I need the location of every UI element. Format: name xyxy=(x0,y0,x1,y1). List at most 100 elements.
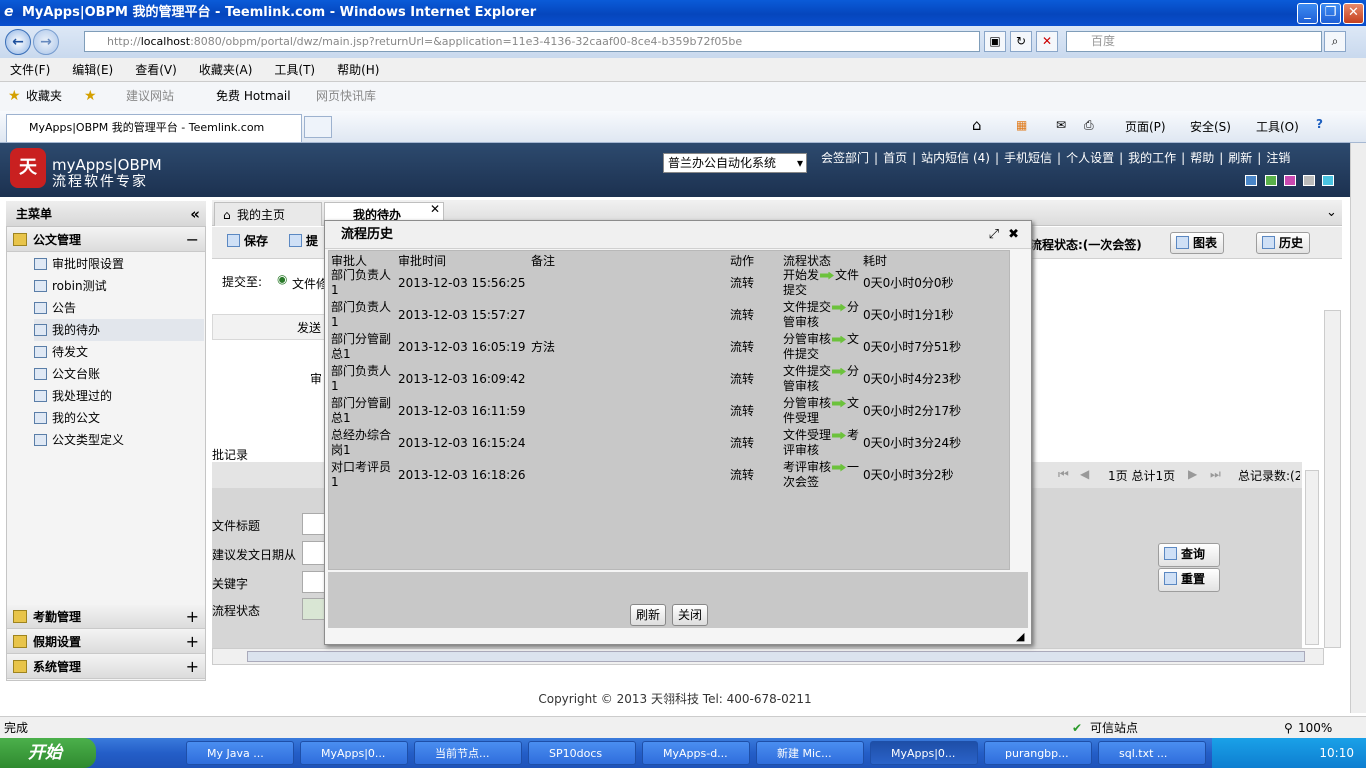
reset-button[interactable]: 重置 xyxy=(1158,568,1220,592)
chart-button[interactable]: 图表 xyxy=(1170,232,1224,254)
link-my-work[interactable]: 我的工作 xyxy=(1128,151,1176,165)
refresh-icon[interactable]: ↻ xyxy=(1010,31,1032,52)
menu-tools[interactable]: 工具(T) xyxy=(274,63,315,77)
zoom-level[interactable]: 100% xyxy=(1298,717,1332,739)
plus-icon[interactable]: + xyxy=(186,605,199,629)
link-messages[interactable]: 站内短信 (4) xyxy=(921,151,990,165)
home-icon[interactable]: ⌂ xyxy=(972,116,982,134)
search-icon[interactable]: ⌕ xyxy=(1324,31,1346,52)
chevron-down-icon[interactable]: ⌄ xyxy=(1326,205,1337,220)
first-page-icon[interactable]: ⏮ xyxy=(1058,467,1069,482)
sidebar-item-robin[interactable]: robin测试 xyxy=(34,275,107,297)
maximize-button[interactable]: ❐ xyxy=(1320,3,1341,24)
menu-edit[interactable]: 编辑(E) xyxy=(72,63,113,77)
minimize-button[interactable]: _ xyxy=(1297,3,1318,24)
add-favorite-icon[interactable]: ★ xyxy=(84,82,97,111)
sidebar-item-todo[interactable]: 我的待办 xyxy=(34,319,204,341)
keyword-input[interactable] xyxy=(302,571,326,593)
mail-icon[interactable]: ✉ xyxy=(1056,118,1066,132)
help-icon[interactable]: ? xyxy=(1316,117,1323,131)
submit-button[interactable]: 提交 xyxy=(284,231,326,253)
minus-icon[interactable]: − xyxy=(186,228,199,252)
sidebar-item-my-docs[interactable]: 我的公文 xyxy=(34,407,100,429)
start-button[interactable]: 开始 xyxy=(0,738,96,768)
collapse-icon[interactable]: « xyxy=(190,201,200,227)
title-input[interactable] xyxy=(302,513,326,535)
new-tab-button[interactable] xyxy=(304,116,332,138)
task-item[interactable]: 新建 Mic... xyxy=(756,741,864,765)
link-refresh[interactable]: 刷新 xyxy=(1228,151,1252,165)
content-vertical-scrollbar[interactable] xyxy=(1324,310,1341,648)
section-attendance[interactable]: 考勤管理 + xyxy=(7,605,205,629)
radio-icon[interactable]: ◉ xyxy=(277,272,287,286)
theme-swatch-green[interactable] xyxy=(1265,175,1277,186)
records-scrollbar[interactable] xyxy=(1305,470,1319,645)
dialog-titlebar[interactable]: 流程历史 ⤢ ✖ xyxy=(325,221,1031,249)
task-item[interactable]: purangbp... xyxy=(984,741,1092,765)
link-cosign-dept[interactable]: 会签部门 xyxy=(821,151,869,165)
theme-swatch-grey[interactable] xyxy=(1303,175,1315,186)
safety-menu[interactable]: 安全(S) xyxy=(1190,118,1231,135)
stop-icon[interactable]: ✕ xyxy=(1036,31,1058,52)
sidebar-item-ledger[interactable]: 公文台账 xyxy=(34,363,100,385)
back-button[interactable]: ← xyxy=(5,29,31,55)
sidebar-item-doc-types[interactable]: 公文类型定义 xyxy=(34,429,124,451)
sidebar-item-handled[interactable]: 我处理过的 xyxy=(34,385,112,407)
sidebar-item-deadline[interactable]: 审批时限设置 xyxy=(34,253,124,275)
theme-swatch-blue[interactable] xyxy=(1245,175,1257,186)
save-button[interactable]: 保存 xyxy=(222,231,272,253)
system-select[interactable]: 普兰办公自动化系统 ▾ xyxy=(663,153,807,173)
task-item[interactable]: sql.txt ... xyxy=(1098,741,1206,765)
fav-suggested[interactable]: 建议网站 xyxy=(126,82,174,111)
theme-swatch-purple[interactable] xyxy=(1284,175,1296,186)
plus-icon[interactable]: + xyxy=(186,655,199,679)
search-input[interactable]: 百度 xyxy=(1066,31,1322,52)
task-item[interactable]: My Java ... xyxy=(186,741,294,765)
date-input[interactable] xyxy=(302,541,326,565)
status-input[interactable] xyxy=(302,598,326,620)
section-system[interactable]: 系统管理 + xyxy=(7,655,205,679)
plus-icon[interactable]: + xyxy=(186,630,199,654)
history-button[interactable]: 历史 xyxy=(1256,232,1310,254)
task-item[interactable]: MyApps-d... xyxy=(642,741,750,765)
sidebar-item-notice[interactable]: 公告 xyxy=(34,297,76,319)
menu-view[interactable]: 查看(V) xyxy=(135,63,177,77)
query-button[interactable]: 查询 xyxy=(1158,543,1220,567)
close-icon[interactable]: ✖ xyxy=(1008,221,1019,249)
resize-grip-icon[interactable]: ◢ xyxy=(1016,630,1024,643)
forward-button[interactable]: → xyxy=(33,29,59,55)
tools-menu[interactable]: 工具(O) xyxy=(1256,118,1299,135)
favorites-button[interactable]: 收藏夹 xyxy=(26,82,62,111)
link-logout[interactable]: 注销 xyxy=(1266,151,1290,165)
close-button[interactable]: 关闭 xyxy=(672,604,708,626)
fav-webslice[interactable]: 网页快讯库 xyxy=(316,82,376,111)
last-page-icon[interactable]: ⏭ xyxy=(1210,467,1221,482)
fav-hotmail[interactable]: 免费 Hotmail xyxy=(216,82,291,111)
menu-help[interactable]: 帮助(H) xyxy=(337,63,379,77)
browser-tab-active[interactable]: MyApps|OBPM 我的管理平台 - Teemlink.com xyxy=(6,114,302,142)
content-horizontal-scrollbar[interactable] xyxy=(212,648,1324,665)
task-item[interactable]: MyApps|0... xyxy=(300,741,408,765)
close-window-button[interactable]: ✕ xyxy=(1343,3,1364,24)
address-input[interactable]: http://localhost:8080/obpm/portal/dwz/ma… xyxy=(84,31,980,52)
page-menu[interactable]: 页面(P) xyxy=(1125,118,1166,135)
task-item[interactable]: SP10docs xyxy=(528,741,636,765)
hscroll-thumb[interactable] xyxy=(247,651,1305,662)
section-document[interactable]: 公文管理 − xyxy=(7,228,205,252)
prev-page-icon[interactable]: ◀ xyxy=(1080,467,1089,481)
close-tab-icon[interactable]: ✕ xyxy=(430,197,440,221)
sidebar-item-pending[interactable]: 待发文 xyxy=(34,341,88,363)
maximize-icon[interactable]: ⤢ xyxy=(989,221,999,249)
menu-favorites[interactable]: 收藏夹(A) xyxy=(199,63,253,77)
theme-swatch-cyan[interactable] xyxy=(1322,175,1334,186)
refresh-button[interactable]: 刷新 xyxy=(630,604,666,626)
tab-home[interactable]: ⌂ 我的主页 xyxy=(214,202,322,226)
section-holiday[interactable]: 假期设置 + xyxy=(7,630,205,654)
link-settings[interactable]: 个人设置 xyxy=(1066,151,1114,165)
print-icon[interactable]: ⎙ xyxy=(1084,118,1094,133)
menu-file[interactable]: 文件(F) xyxy=(10,63,50,77)
page-scrollbar[interactable] xyxy=(1350,143,1366,713)
feeds-icon[interactable]: ▦ xyxy=(1016,118,1027,132)
task-item[interactable]: 当前节点... xyxy=(414,741,522,765)
task-item-active[interactable]: MyApps|0... xyxy=(870,741,978,765)
